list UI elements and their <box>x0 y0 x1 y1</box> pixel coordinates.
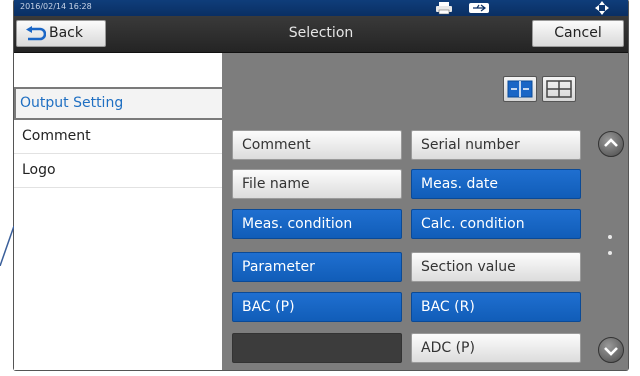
sidebar-item-output-setting[interactable]: Output Setting <box>14 87 222 120</box>
two-column-layout-icon <box>507 80 533 98</box>
callout-line <box>0 226 14 266</box>
usb-icon <box>469 3 489 13</box>
option-serial-number[interactable]: Serial number <box>411 130 581 160</box>
option-bac-p[interactable]: BAC (P) <box>232 292 402 322</box>
chevron-up-icon <box>604 138 618 147</box>
option-disabled <box>232 333 402 363</box>
two-column-layout-button[interactable] <box>503 76 537 102</box>
selection-panel: Comment Serial number File name Meas. da… <box>208 53 628 370</box>
option-parameter[interactable]: Parameter <box>232 252 402 282</box>
single-column-layout-icon <box>546 80 572 98</box>
sidebar-item-comment[interactable]: Comment <box>14 120 222 154</box>
navigation-pad-icon <box>595 1 609 15</box>
status-datetime: 2016/02/14 16:28 <box>20 2 92 11</box>
option-calc-condition[interactable]: Calc. condition <box>411 209 581 239</box>
scroll-up-button[interactable] <box>598 131 624 157</box>
printer-icon <box>436 2 452 15</box>
scroll-indicator-dot <box>608 251 612 255</box>
chevron-down-icon <box>604 347 618 356</box>
status-bar: 2016/02/14 16:28 <box>14 0 628 16</box>
sidebar-item-logo[interactable]: Logo <box>14 154 222 188</box>
option-meas-condition[interactable]: Meas. condition <box>232 209 402 239</box>
option-meas-date[interactable]: Meas. date <box>411 169 581 199</box>
option-file-name[interactable]: File name <box>232 169 402 199</box>
option-comment[interactable]: Comment <box>232 130 402 160</box>
scroll-indicator-dot <box>608 235 612 239</box>
scroll-down-button[interactable] <box>598 337 624 363</box>
option-adc-p[interactable]: ADC (P) <box>411 333 581 363</box>
cancel-button[interactable]: Cancel <box>532 20 624 47</box>
single-column-layout-button[interactable] <box>542 76 576 102</box>
title-bar: Back Selection Cancel <box>14 16 628 53</box>
option-bac-r[interactable]: BAC (R) <box>411 292 581 322</box>
option-section-value[interactable]: Section value <box>411 252 581 282</box>
sidebar: Output Setting Comment Logo <box>14 53 222 370</box>
